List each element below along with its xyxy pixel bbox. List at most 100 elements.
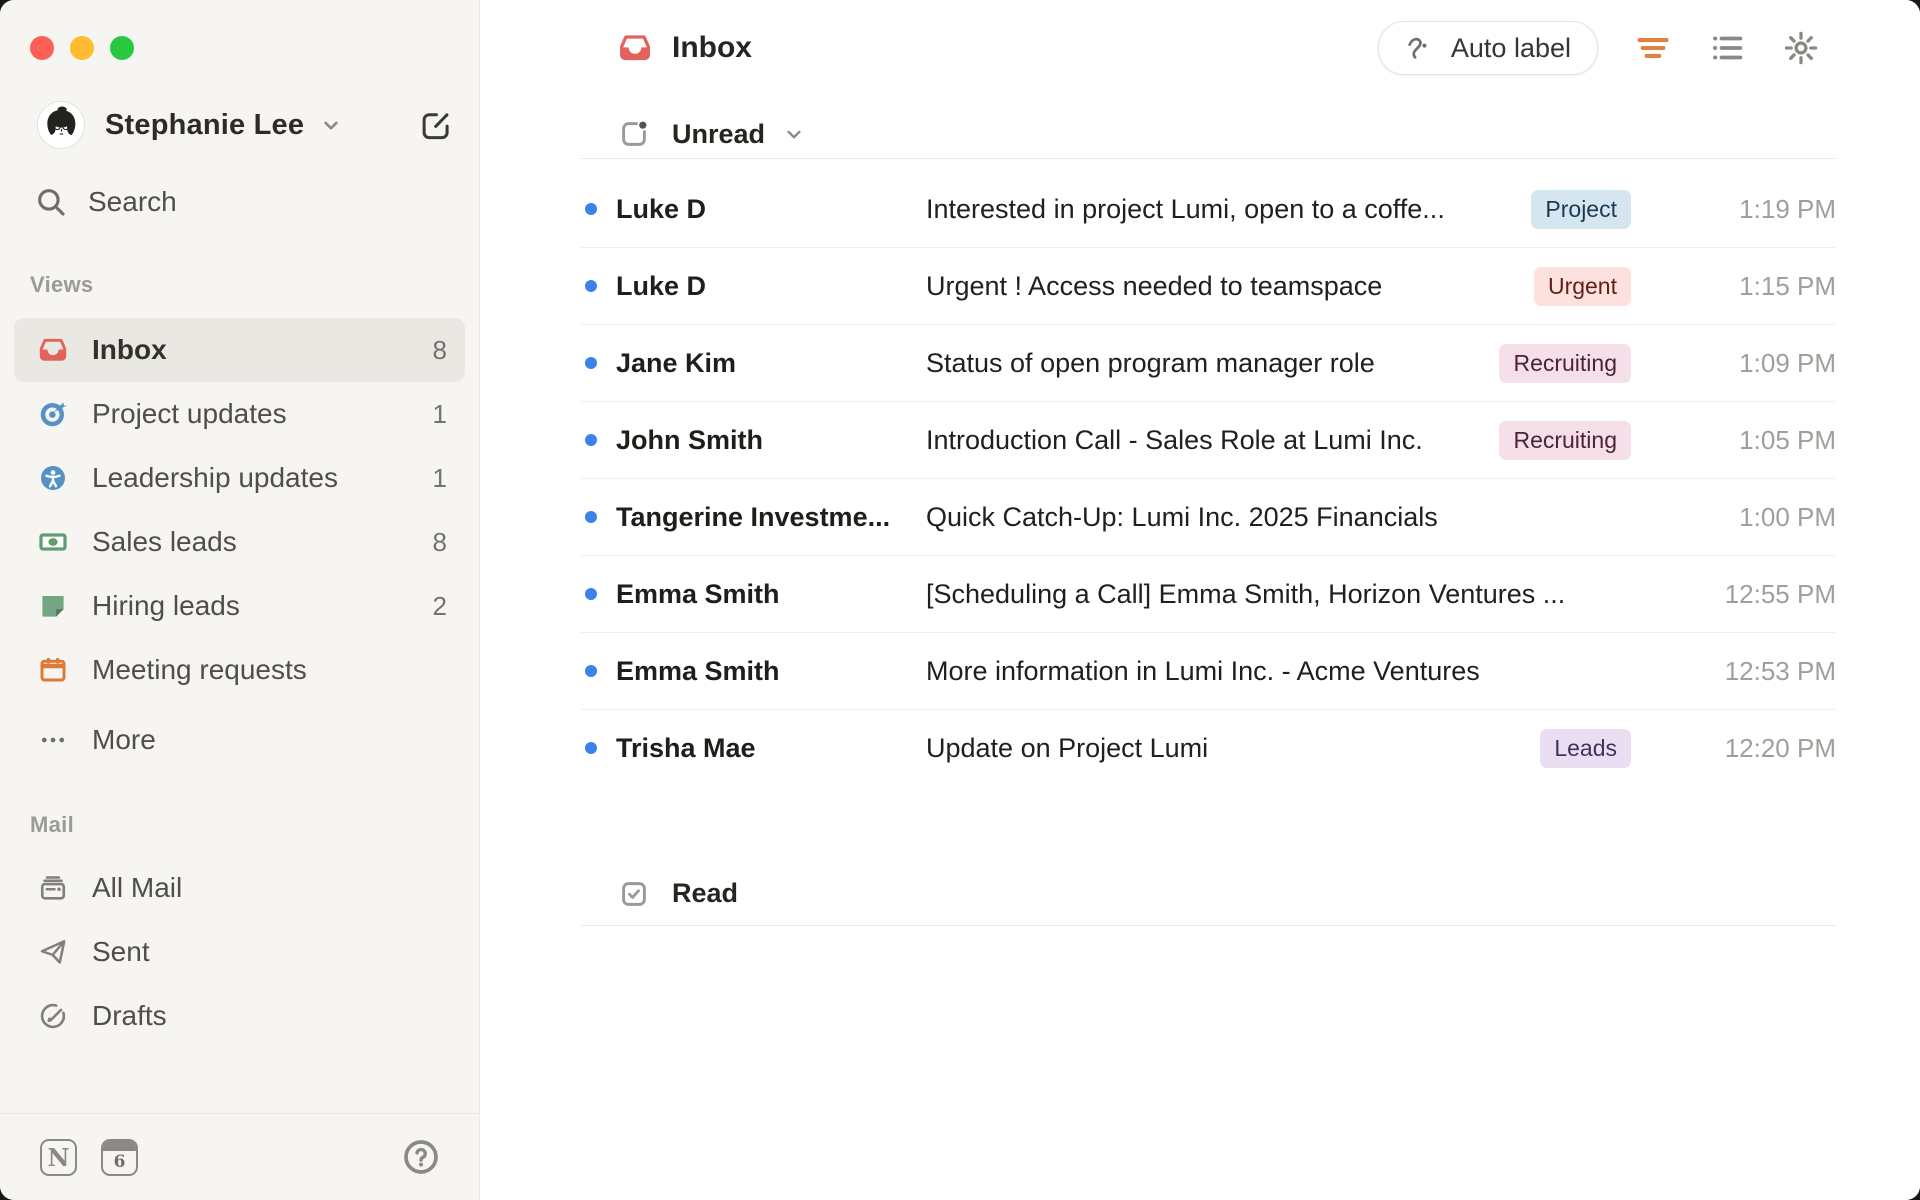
email-sender: John Smith [616,424,763,455]
email-row[interactable]: Jane Kim Status of open program manager … [581,325,1836,402]
compose-button[interactable] [417,106,455,144]
email-sender: Luke D [616,270,707,301]
unread-dot [585,203,597,215]
inbox-icon [38,335,68,365]
sidebar-item-label: Hiring leads [92,590,240,621]
auto-label-wand-icon [1408,37,1427,59]
sidebar: Stephanie Lee Search Views Inbox 8 Proje… [0,0,480,1200]
email-row[interactable]: Trisha Mae Update on Project Lumi Leads … [581,710,1836,786]
unread-dot [585,357,597,369]
filter-button[interactable] [1634,29,1672,67]
read-checkbox-icon [622,881,646,906]
read-label: Read [672,878,739,908]
unread-email-list: Luke D Interested in project Lumi, open … [581,158,1836,786]
zoom-window-button[interactable] [110,36,134,60]
email-tag: Project [1531,189,1631,229]
draft-icon [38,1001,68,1031]
list-icon [1713,36,1743,60]
views-list: Inbox 8 Project updates 1 Leadership upd… [14,318,465,772]
email-tag: Recruiting [1499,343,1631,383]
notion-app-icon[interactable]: N [40,1138,77,1176]
sidebar-item-label: Inbox [92,334,167,365]
sidebar-item-project-updates[interactable]: Project updates 1 [14,382,465,446]
email-time: 1:15 PM [1739,270,1836,301]
email-row[interactable]: Tangerine Investme... Quick Catch-Up: Lu… [581,479,1836,556]
sidebar-item-meeting-requests[interactable]: Meeting requests [14,638,465,702]
sidebar-item-leadership-updates[interactable]: Leadership updates 1 [14,446,465,510]
email-subject: Urgent ! Access needed to teamspace [926,270,1383,301]
unread-section-header[interactable]: Unread [618,110,807,158]
email-time: 12:20 PM [1724,732,1836,763]
email-subject: More information in Lumi Inc. - Acme Ven… [926,655,1480,686]
all-mail-icon [38,873,68,903]
email-tag: Leads [1540,728,1631,768]
search-icon [38,189,65,216]
email-subject: Quick Catch-Up: Lumi Inc. 2025 Financial… [926,501,1438,532]
views-section-label: Views [30,272,94,297]
settings-button[interactable] [1782,29,1820,67]
email-sender: Trisha Mae [616,732,756,763]
unread-dot [585,511,597,523]
chevron-down-icon [318,112,344,138]
send-icon [38,937,68,967]
help-button[interactable] [401,1137,441,1177]
mail-list: All Mail Sent Drafts [14,856,465,1048]
email-row[interactable]: Emma Smith More information in Lumi Inc.… [581,633,1836,710]
sidebar-item-label: Drafts [92,1000,167,1031]
sidebar-item-all-mail[interactable]: All Mail [14,856,465,920]
question-mark-icon [404,1140,438,1174]
email-subject: Update on Project Lumi [926,732,1209,763]
accessibility-icon [38,463,68,493]
sidebar-item-hiring-leads[interactable]: Hiring leads 2 [14,574,465,638]
unread-dot [585,742,597,754]
target-icon [38,399,68,429]
account-switcher[interactable]: Stephanie Lee [37,100,455,150]
sidebar-item-label: All Mail [92,872,183,903]
inbox-icon [620,35,650,61]
email-row[interactable]: Luke D Urgent ! Access needed to teamspa… [581,248,1836,325]
email-row[interactable]: John Smith Introduction Call - Sales Rol… [581,402,1836,479]
read-section-header[interactable]: Read [581,862,1836,926]
sidebar-item-inbox[interactable]: Inbox 8 [14,318,465,382]
minimize-window-button[interactable] [70,36,94,60]
email-row[interactable]: Emma Smith [Scheduling a Call] Emma Smit… [581,556,1836,633]
email-subject: Introduction Call - Sales Role at Lumi I… [926,424,1423,455]
sidebar-footer: N 6 [40,1130,441,1184]
search-button[interactable]: Search [34,178,177,226]
close-window-button[interactable] [30,36,54,60]
main-pane: Inbox Auto label Unread Luke D Intereste… [480,0,1920,1200]
auto-label-button[interactable]: Auto label [1377,21,1598,75]
main-header: Inbox Auto label [618,20,1820,76]
unread-dot [585,665,597,677]
email-sender: Tangerine Investme... [616,501,891,532]
sidebar-item-drafts[interactable]: Drafts [14,984,465,1048]
sidebar-footer-divider [0,1113,479,1114]
auto-label-label: Auto label [1450,32,1571,63]
email-time: 1:05 PM [1739,424,1836,455]
sidebar-item-more[interactable]: More [14,708,465,772]
sidebar-item-label: Sent [92,936,150,967]
unread-dot [585,280,597,292]
unread-count: 8 [432,526,447,557]
mail-section-label: Mail [30,812,74,837]
gear-icon [1784,31,1818,65]
email-sender: Luke D [616,193,707,224]
email-tag: Urgent [1533,266,1631,306]
unread-count: 1 [432,462,447,493]
sidebar-item-sales-leads[interactable]: Sales leads 8 [14,510,465,574]
chevron-down-icon [781,121,807,147]
email-subject: [Scheduling a Call] Emma Smith, Horizon … [926,578,1566,609]
notion-calendar-icon[interactable]: 6 [101,1138,138,1176]
list-view-button[interactable] [1708,29,1746,67]
email-row[interactable]: Luke D Interested in project Lumi, open … [581,171,1836,248]
sidebar-item-label: Project updates [92,398,287,429]
email-time: 1:19 PM [1739,193,1836,224]
calendar-icon [38,655,68,685]
avatar [37,101,85,149]
money-icon [38,527,68,557]
unread-dot [585,434,597,446]
sidebar-item-label: More [92,724,156,755]
unread-count: 1 [432,398,447,429]
sidebar-item-sent[interactable]: Sent [14,920,465,984]
unread-count: 8 [432,334,447,365]
